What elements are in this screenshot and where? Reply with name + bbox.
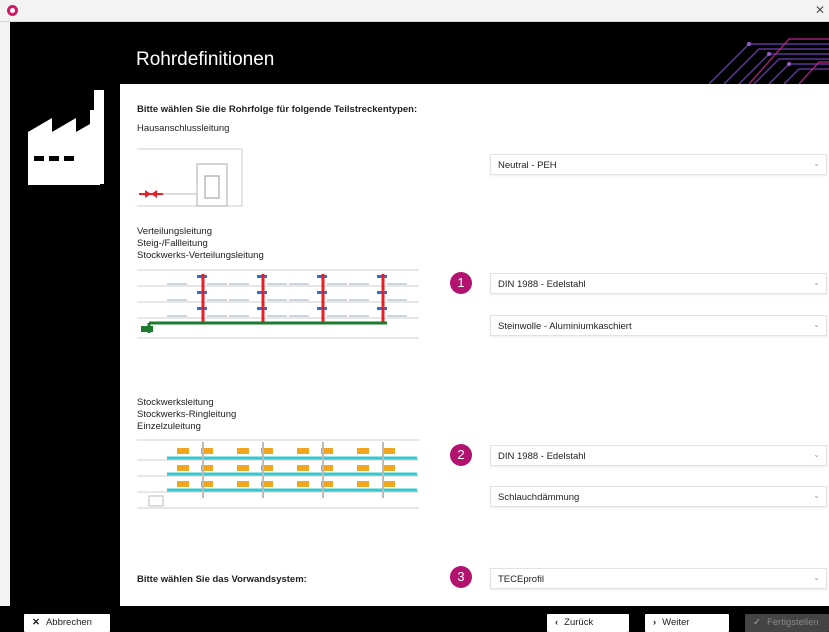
back-button[interactable]: ‹ Zurück bbox=[547, 614, 629, 632]
distribution-insulation-select[interactable]: Steinwolle - Aluminiumkaschiert ⌄ bbox=[490, 315, 827, 336]
floor-pipe-value: DIN 1988 - Edelstahl bbox=[498, 451, 586, 462]
next-label: Weiter bbox=[662, 617, 690, 628]
section2-label-1: Verteilungsleitung bbox=[137, 226, 212, 237]
circuit-decoration bbox=[708, 38, 829, 84]
distribution-pipe-select[interactable]: DIN 1988 - Edelstahl ⌄ bbox=[490, 273, 827, 294]
chevron-right-icon: › bbox=[653, 617, 657, 628]
section3-label-3: Einzelzuleitung bbox=[137, 421, 201, 432]
floor-pipe-select[interactable]: DIN 1988 - Edelstahl ⌄ bbox=[490, 445, 827, 466]
sidebar bbox=[0, 22, 110, 606]
distribution-diagram bbox=[137, 269, 419, 339]
footer-bar: ✕ Abbrechen ‹ Zurück › Weiter ✓ Fertigstelle… bbox=[0, 606, 829, 632]
page-title: Rohrdefinitionen bbox=[136, 49, 275, 70]
chevron-down-icon: ⌄ bbox=[813, 278, 820, 287]
finish-button[interactable]: ✓ Fertigstellen bbox=[745, 614, 829, 632]
app-icon bbox=[7, 5, 18, 16]
factory-icon bbox=[28, 90, 104, 185]
chevron-left-icon: ‹ bbox=[555, 617, 559, 628]
distribution-pipe-value: DIN 1988 - Edelstahl bbox=[498, 279, 586, 290]
back-label: Zurück bbox=[564, 617, 594, 628]
vorwand-system-value: TECEprofil bbox=[498, 574, 544, 585]
step-badge-3: 3 bbox=[450, 566, 472, 588]
chevron-down-icon: ⌄ bbox=[813, 159, 820, 168]
cancel-button[interactable]: ✕ Abbrechen bbox=[24, 614, 110, 632]
main-panel: Bitte wählen Sie die Rohrfolge für folge… bbox=[120, 84, 829, 606]
floor-insulation-value: Schlauchdämmung bbox=[498, 492, 580, 503]
floor-distribution-diagram bbox=[137, 439, 419, 509]
finish-label: Fertigstellen bbox=[766, 617, 819, 628]
vorwand-system-select[interactable]: TECEprofil ⌄ bbox=[490, 568, 827, 589]
hausanschluss-pipe-select[interactable]: Neutral - PEH ⌄ bbox=[490, 154, 827, 175]
floor-insulation-select[interactable]: Schlauchdämmung ⌄ bbox=[490, 486, 827, 507]
close-icon[interactable]: ✕ bbox=[815, 3, 825, 17]
window-titlebar: ✕ bbox=[0, 0, 829, 22]
page-header: Rohrdefinitionen bbox=[110, 34, 829, 84]
hausanschluss-diagram bbox=[137, 148, 243, 207]
intro-text: Bitte wählen Sie die Rohrfolge für folge… bbox=[137, 104, 418, 115]
chevron-down-icon: ⌄ bbox=[813, 320, 820, 329]
check-icon: ✓ bbox=[753, 617, 761, 628]
section1-label: Hausanschlussleitung bbox=[137, 123, 230, 134]
chevron-down-icon: ⌄ bbox=[813, 573, 820, 582]
close-icon: ✕ bbox=[32, 617, 40, 628]
hausanschluss-pipe-value: Neutral - PEH bbox=[498, 160, 557, 171]
chevron-down-icon: ⌄ bbox=[813, 491, 820, 500]
next-button[interactable]: › Weiter bbox=[645, 614, 729, 632]
section2-label-3: Stockwerks-Verteilungsleitung bbox=[137, 250, 264, 261]
chevron-down-icon: ⌄ bbox=[813, 450, 820, 459]
section3-label-2: Stockwerks-Ringleitung bbox=[137, 409, 237, 420]
distribution-insulation-value: Steinwolle - Aluminiumkaschiert bbox=[498, 321, 632, 332]
section3-label-1: Stockwerksleitung bbox=[137, 397, 214, 408]
step-badge-2: 2 bbox=[450, 444, 472, 466]
cancel-label: Abbrechen bbox=[45, 617, 92, 628]
section2-label-2: Steig-/Fallleitung bbox=[137, 238, 208, 249]
step-badge-1: 1 bbox=[450, 272, 472, 294]
section4-label: Bitte wählen Sie das Vorwandsystem: bbox=[137, 574, 307, 585]
